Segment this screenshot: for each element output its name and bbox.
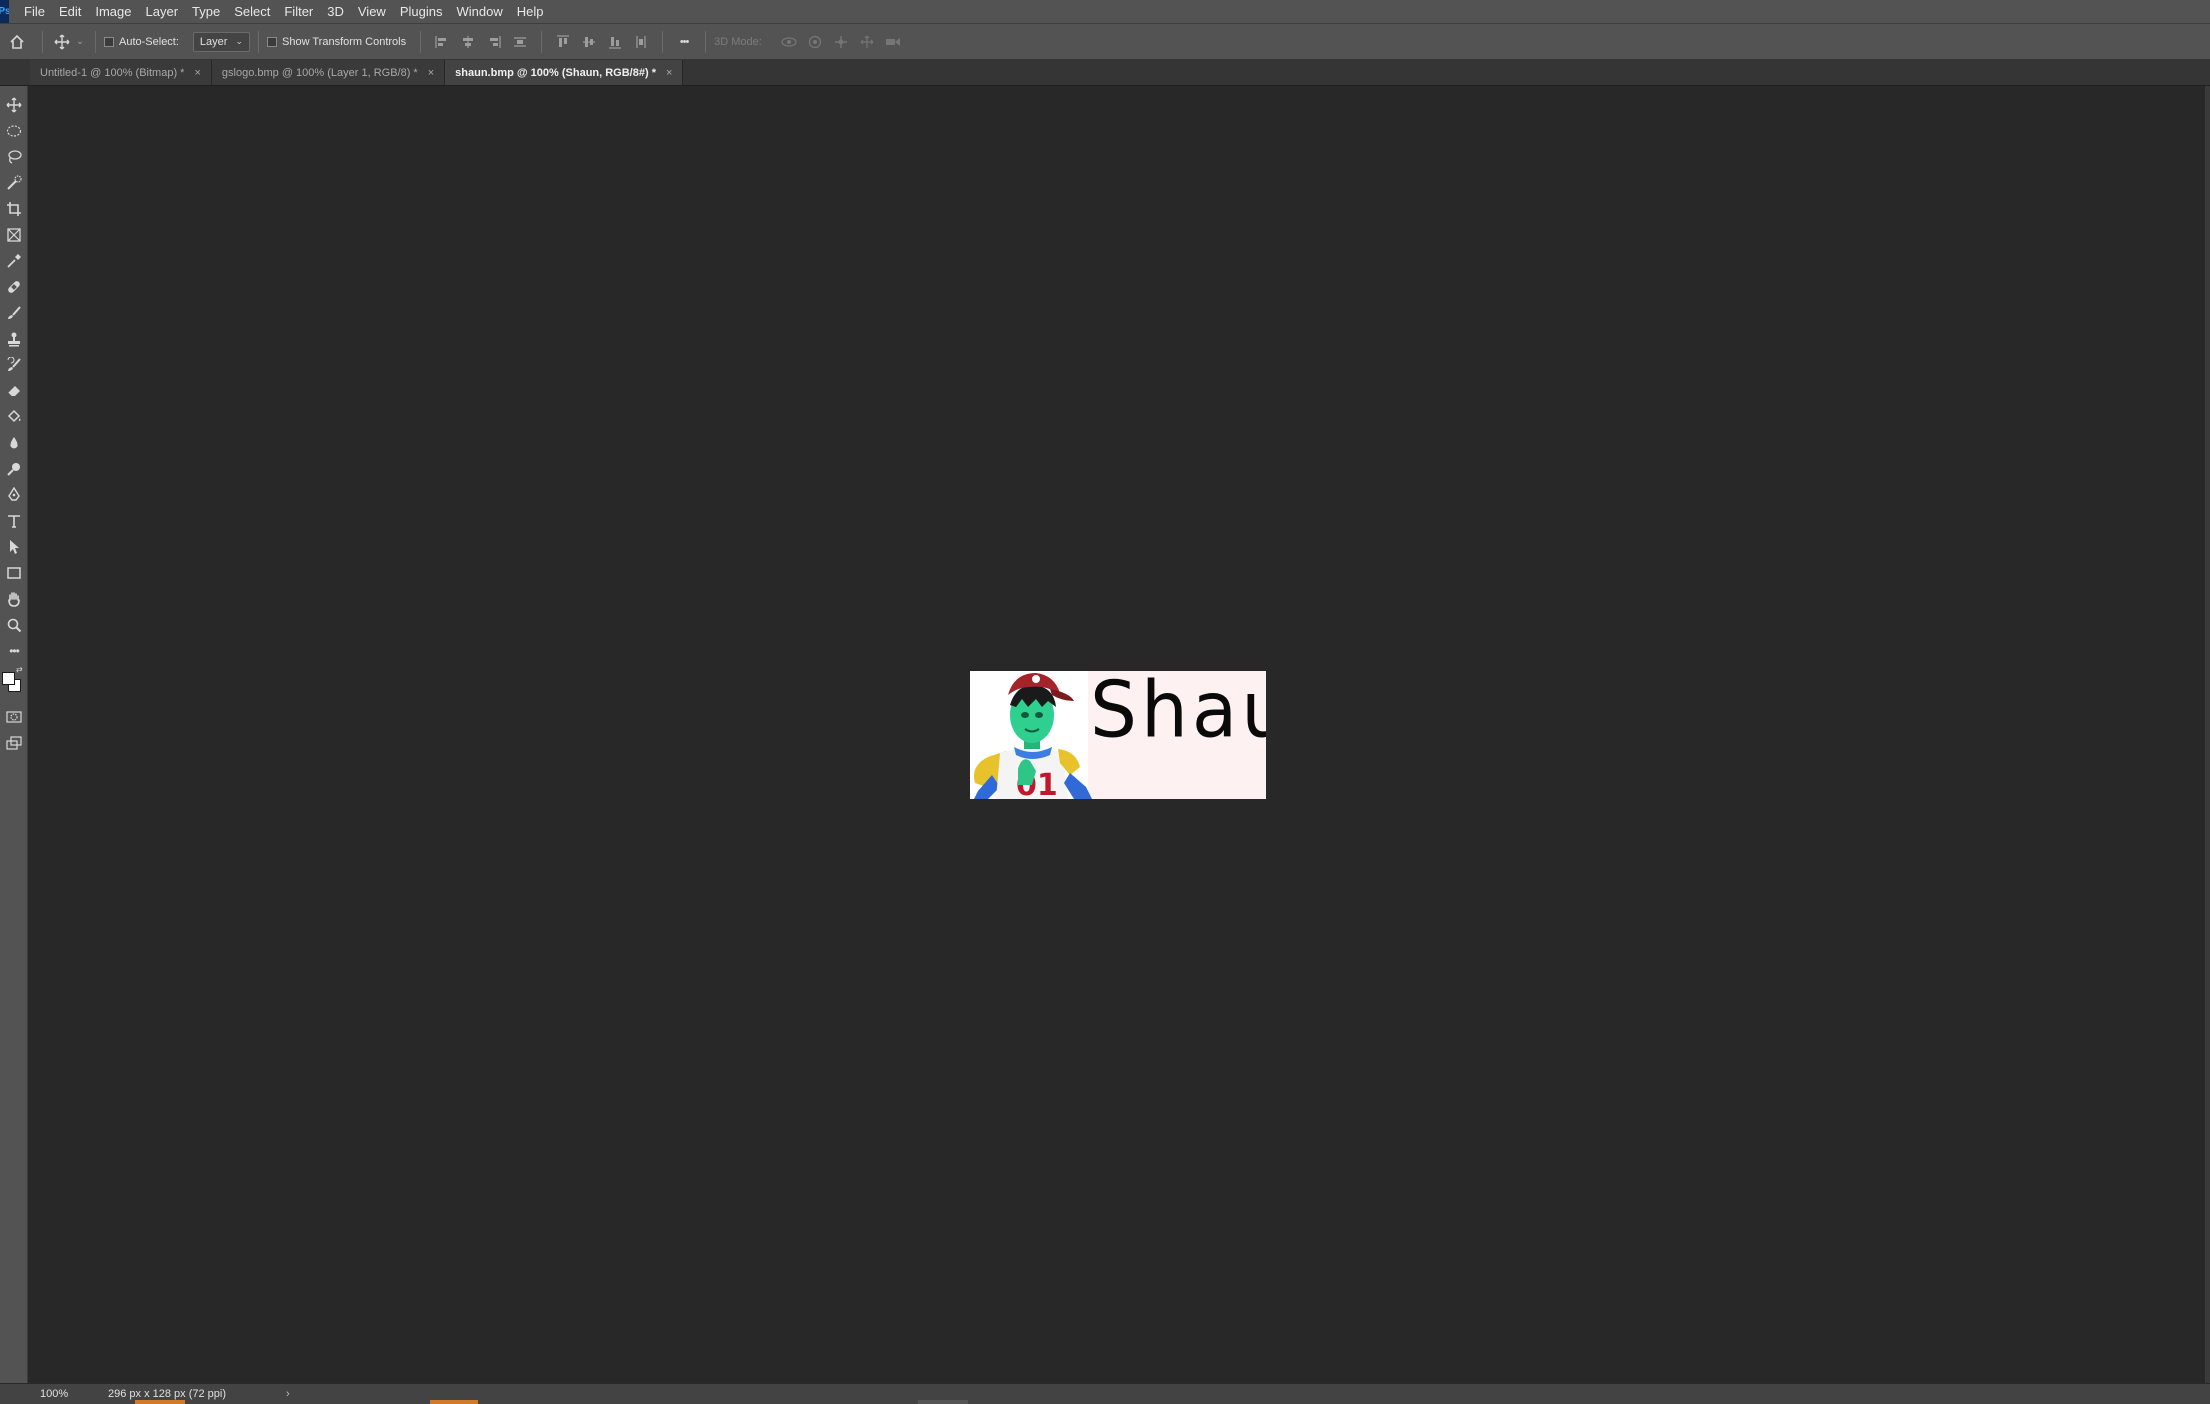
photoshop-window: Ps File Edit Image Layer Type Select Fil… <box>0 0 2210 1404</box>
tab-label: gslogo.bmp @ 100% (Layer 1, RGB/8) * <box>221 66 418 79</box>
elliptical-marquee-icon[interactable] <box>0 118 28 144</box>
blur-icon[interactable] <box>0 430 28 456</box>
scale-3d-icon[interactable] <box>880 30 906 54</box>
3d-mode-label: 3D Mode: <box>714 35 762 48</box>
taskbar-indicator <box>430 1400 478 1404</box>
align-horizontal-centers-icon[interactable] <box>455 30 481 54</box>
separator <box>420 30 422 53</box>
path-selection-icon[interactable] <box>0 534 28 560</box>
separator <box>662 30 664 53</box>
more-tools-icon[interactable]: ••• <box>0 638 28 664</box>
quick-mask-icon[interactable] <box>0 704 28 730</box>
color-swatches[interactable]: ⇄ <box>0 664 28 704</box>
document-text-layer: Shaun <box>1090 671 1266 756</box>
eraser-icon[interactable] <box>0 378 28 404</box>
hand-icon[interactable] <box>0 586 28 612</box>
quick-selection-icon[interactable] <box>0 170 28 196</box>
close-icon[interactable]: × <box>666 67 672 79</box>
menu-image[interactable]: Image <box>88 0 138 23</box>
healing-brush-icon[interactable] <box>0 274 28 300</box>
document-canvas[interactable]: 01 Shau <box>970 671 1266 799</box>
app-logo-icon: Ps <box>0 0 9 23</box>
dropdown-value: Layer <box>199 35 228 48</box>
chevron-down-icon[interactable]: ⌄ <box>73 36 87 47</box>
rectangle-tool-icon[interactable] <box>0 560 28 586</box>
tools-panel: ••• ⇄ <box>0 86 28 1391</box>
close-icon[interactable]: × <box>428 67 434 79</box>
tab-shaun[interactable]: shaun.bmp @ 100% (Shaun, RGB/8#) * × <box>445 60 684 85</box>
separator <box>95 30 96 53</box>
foreground-color-swatch[interactable] <box>2 672 15 685</box>
distribute-vertical-icon[interactable] <box>507 30 533 54</box>
pan-3d-icon[interactable] <box>828 30 854 54</box>
move-tool-icon[interactable] <box>0 92 28 118</box>
separator <box>705 30 707 53</box>
menu-help[interactable]: Help <box>510 0 551 23</box>
dodge-icon[interactable] <box>0 456 28 482</box>
separator <box>258 30 259 53</box>
slide-3d-icon[interactable] <box>854 30 880 54</box>
canvas-workspace[interactable]: 01 Shau <box>29 86 2210 1391</box>
tab-label: shaun.bmp @ 100% (Shaun, RGB/8#) * <box>455 66 656 79</box>
lasso-icon[interactable] <box>0 144 28 170</box>
menu-3d[interactable]: 3D <box>320 0 351 23</box>
screen-mode-icon[interactable] <box>0 730 28 756</box>
menu-filter[interactable]: Filter <box>277 0 320 23</box>
pen-icon[interactable] <box>0 482 28 508</box>
swap-colors-icon[interactable]: ⇄ <box>16 665 23 674</box>
auto-select-checkbox[interactable]: Auto-Select: <box>104 36 179 48</box>
menu-bar: Ps File Edit Image Layer Type Select Fil… <box>0 0 2210 23</box>
home-icon[interactable] <box>0 34 34 50</box>
menu-layer[interactable]: Layer <box>139 0 186 23</box>
align-right-edges-icon[interactable] <box>481 30 507 54</box>
roll-3d-icon[interactable] <box>802 30 828 54</box>
frame-icon[interactable] <box>0 222 28 248</box>
zoom-level[interactable]: 100% <box>0 1388 90 1400</box>
orbit-3d-icon[interactable] <box>776 30 802 54</box>
menu-type[interactable]: Type <box>185 0 227 23</box>
taskbar-indicator <box>135 1400 185 1404</box>
document-info: 296 px x 128 px (72 ppi) <box>108 1388 227 1400</box>
chevron-right-icon[interactable]: › <box>286 1388 290 1400</box>
align-top-edges-icon[interactable] <box>550 30 576 54</box>
distribute-horizontal-icon[interactable] <box>628 30 654 54</box>
history-brush-icon[interactable] <box>0 352 28 378</box>
menu-select[interactable]: Select <box>227 0 277 23</box>
crop-icon[interactable] <box>0 196 28 222</box>
more-options-icon[interactable]: ••• <box>671 30 697 54</box>
menu-plugins[interactable]: Plugins <box>393 0 450 23</box>
auto-select-label: Auto-Select: <box>119 35 179 48</box>
align-left-edges-icon[interactable] <box>429 30 455 54</box>
separator <box>541 30 543 53</box>
clone-stamp-icon[interactable] <box>0 326 28 352</box>
menu-view[interactable]: View <box>351 0 393 23</box>
tab-untitled-1[interactable]: Untitled-1 @ 100% (Bitmap) * × <box>30 60 212 85</box>
menu-window[interactable]: Window <box>449 0 509 23</box>
menu-edit[interactable]: Edit <box>52 0 88 23</box>
checkbox-icon[interactable] <box>267 36 277 47</box>
taskbar-indicator <box>918 1400 968 1404</box>
options-bar: ⌄ Auto-Select: Layer ⌄ Show Transform Co… <box>0 23 2210 59</box>
eyedropper-icon[interactable] <box>0 248 28 274</box>
type-tool-icon[interactable] <box>0 508 28 534</box>
align-vertical-centers-icon[interactable] <box>576 30 602 54</box>
tab-gslogo[interactable]: gslogo.bmp @ 100% (Layer 1, RGB/8) * × <box>211 60 446 85</box>
auto-select-target-dropdown[interactable]: Layer ⌄ <box>192 31 250 52</box>
checkbox-icon[interactable] <box>104 36 114 47</box>
show-transform-controls-checkbox[interactable]: Show Transform Controls <box>267 36 406 48</box>
show-transform-label: Show Transform Controls <box>282 35 407 48</box>
menu-file[interactable]: File <box>9 0 52 23</box>
zoom-icon[interactable] <box>0 612 28 638</box>
align-bottom-edges-icon[interactable] <box>602 30 628 54</box>
close-icon[interactable]: × <box>194 67 200 79</box>
status-bar: 100% 296 px x 128 px (72 ppi) › <box>0 1383 2210 1404</box>
separator <box>42 30 43 53</box>
vertical-scrollbar[interactable] <box>2205 86 2210 1391</box>
tab-label: Untitled-1 @ 100% (Bitmap) * <box>40 66 185 79</box>
chevron-down-icon: ⌄ <box>235 36 243 46</box>
brush-icon[interactable] <box>0 300 28 326</box>
paint-bucket-icon[interactable] <box>0 404 28 430</box>
document-tabs-bar: Untitled-1 @ 100% (Bitmap) * × gslogo.bm… <box>0 59 2210 86</box>
move-tool-icon[interactable] <box>51 34 73 50</box>
